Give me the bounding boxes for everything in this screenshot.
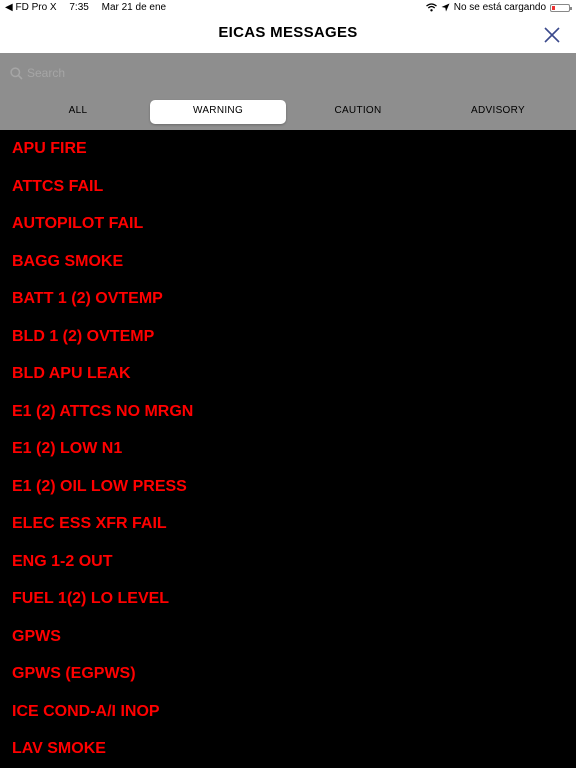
search-bar [10, 63, 566, 83]
tab-all[interactable]: ALL [10, 100, 146, 124]
message-row[interactable]: ICE COND-A/I INOP [0, 693, 576, 731]
search-panel: ALLWARNINGCAUTIONADVISORY [0, 53, 576, 130]
message-row[interactable]: ELEC ESS XFR FAIL [0, 505, 576, 543]
search-icon [10, 66, 23, 80]
message-row[interactable]: AUTOPILOT FAIL [0, 205, 576, 243]
message-row[interactable]: BLD APU LEAK [0, 355, 576, 393]
tab-advisory[interactable]: ADVISORY [430, 100, 566, 124]
message-row[interactable]: LAV SMOKE [0, 730, 576, 768]
message-row[interactable]: BAGG SMOKE [0, 243, 576, 281]
status-date: Mar 21 de ene [101, 2, 167, 13]
page-title: EICAS MESSAGES [218, 24, 358, 41]
message-row[interactable]: BLD 1 (2) OVTEMP [0, 318, 576, 356]
filter-tabs: ALL WARNING CAUTION ADVISORY [8, 100, 568, 124]
message-list: APU FIRE ATTCS FAIL AUTOPILOT FAIL BAGG SMO… [0, 130, 576, 768]
nav-bar: EICAS MESSAGES [0, 16, 576, 53]
back-to-app-link[interactable]: ◀ FD Pro X [5, 2, 57, 13]
message-row[interactable]: ENG 1-2 OUT [0, 543, 576, 581]
message-row[interactable]: E1 (2) LOW N1 [0, 430, 576, 468]
search-input[interactable] [27, 66, 527, 80]
location-arrow-icon [441, 3, 450, 12]
battery-icon [550, 3, 572, 12]
message-row[interactable]: E1 (2) ATTCS NO MRGN [0, 393, 576, 431]
close-icon[interactable] [542, 25, 562, 45]
message-row[interactable]: E1 (2) OIL LOW PRESS [0, 468, 576, 506]
back-app-label: FD Pro X [15, 2, 57, 13]
tab-warning[interactable]: WARNING [150, 100, 286, 124]
message-row[interactable]: APU FIRE [0, 130, 576, 168]
wifi-icon [425, 3, 437, 12]
tab-caution[interactable]: CAUTION [290, 100, 426, 124]
message-row[interactable]: GPWS (EGPWS) [0, 655, 576, 693]
message-row[interactable]: GPWS [0, 618, 576, 656]
message-row[interactable]: BATT 1 (2) OVTEMP [0, 280, 576, 318]
charging-status: No se está cargando [453, 2, 546, 13]
status-time: 7:35 [69, 2, 89, 13]
status-bar: ◀ FD Pro X 7:35 Mar 21 de ene No se está… [0, 0, 576, 16]
message-row[interactable]: FUEL 1(2) LO LEVEL [0, 580, 576, 618]
message-row[interactable]: ATTCS FAIL [0, 168, 576, 206]
